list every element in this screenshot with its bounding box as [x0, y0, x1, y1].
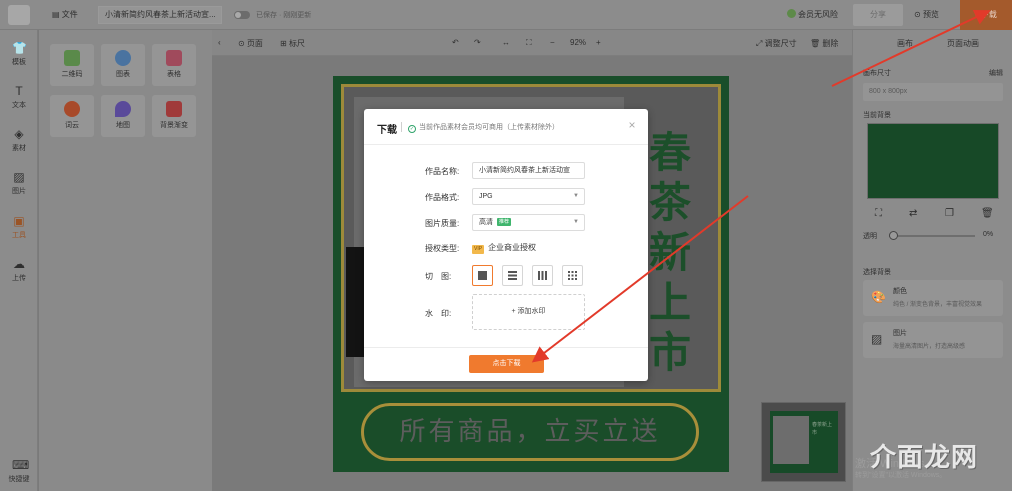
- arrow-to-download: [831, 9, 991, 87]
- annotation-arrows: [531, 9, 991, 363]
- arrow-to-click-download: [531, 195, 749, 363]
